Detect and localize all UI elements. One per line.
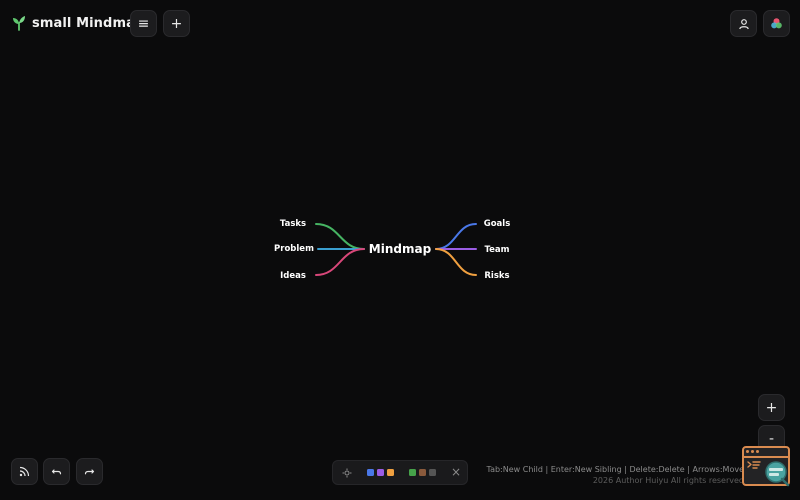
node-team[interactable]: Team: [484, 245, 509, 255]
close-icon[interactable]: ×: [451, 465, 461, 479]
preview-widget[interactable]: [742, 446, 790, 487]
branch-line-ideas: [315, 248, 365, 276]
undo-icon: [51, 469, 62, 475]
zoom-in-icon: +: [765, 399, 778, 416]
copyright-text: 2026 Author Huiyu All rights reserved: [592, 476, 744, 485]
magnifier-icon: [765, 461, 790, 487]
node-problem[interactable]: Problem: [274, 244, 314, 254]
node-tasks[interactable]: Tasks: [280, 219, 306, 229]
swatch-gray[interactable]: [429, 469, 436, 476]
shortcut-hints: Tab:New Child | Enter:New Sibling | Dele…: [487, 464, 745, 486]
node-ideas[interactable]: Ideas: [280, 271, 306, 281]
redo-button[interactable]: [76, 458, 103, 485]
app-canvas: small Mindmap ≡ + Mindmap Tasks Problem …: [0, 0, 800, 500]
node-risks[interactable]: Risks: [484, 271, 509, 281]
rss-button[interactable]: [11, 458, 38, 485]
shortcut-text: Tab:New Child | Enter:New Sibling | Dele…: [486, 465, 745, 474]
zoom-out-icon: -: [768, 430, 775, 447]
gear-icon[interactable]: [342, 468, 352, 478]
swatch-purple[interactable]: [377, 469, 384, 476]
swatch-green[interactable]: [409, 469, 416, 476]
swatch-blue[interactable]: [367, 469, 374, 476]
window-dots: [746, 450, 759, 453]
root-node[interactable]: Mindmap: [369, 242, 432, 256]
swatch-orange[interactable]: [387, 469, 394, 476]
rss-icon: [19, 466, 30, 477]
branch-line-tasks: [315, 223, 365, 250]
swatch-brown[interactable]: [419, 469, 426, 476]
branch-line-risks: [435, 248, 477, 276]
redo-icon: [84, 469, 95, 475]
branch-line-goals: [435, 223, 477, 250]
node-goals[interactable]: Goals: [484, 219, 511, 229]
undo-button[interactable]: [43, 458, 70, 485]
color-palette-toolbar: ×: [332, 460, 468, 485]
mindmap-canvas[interactable]: Mindmap Tasks Problem Ideas Goals Team R…: [0, 0, 800, 500]
zoom-in-button[interactable]: +: [758, 394, 785, 421]
terminal-prompt-icon: [747, 461, 761, 469]
